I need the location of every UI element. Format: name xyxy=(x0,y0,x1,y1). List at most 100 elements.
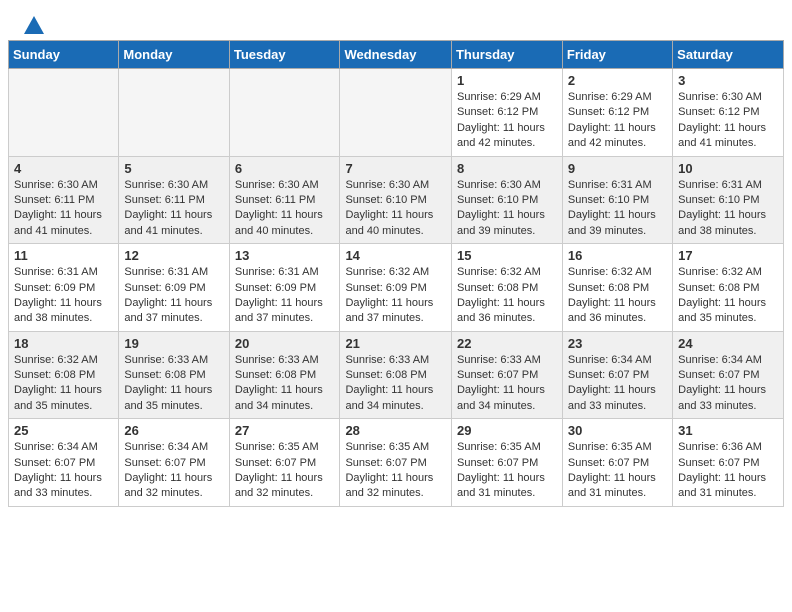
day-info: Sunrise: 6:32 AM Sunset: 6:08 PM Dayligh… xyxy=(678,265,778,327)
calendar-day-cell: 19 Sunrise: 6:33 AM Sunset: 6:08 PM Dayli… xyxy=(119,331,229,419)
day-info: Sunrise: 6:31 AM Sunset: 6:10 PM Dayligh… xyxy=(678,178,778,240)
day-number: 30 xyxy=(568,423,667,438)
day-info: Sunrise: 6:33 AM Sunset: 6:08 PM Dayligh… xyxy=(124,353,223,415)
day-info: Sunrise: 6:31 AM Sunset: 6:09 PM Dayligh… xyxy=(235,265,335,327)
day-info: Sunrise: 6:30 AM Sunset: 6:11 PM Dayligh… xyxy=(124,178,223,240)
calendar-day-cell: 24Sunrise: 6:34 AM Sunset: 6:07 PM Dayli… xyxy=(673,331,784,419)
calendar-wrapper: SundayMondayTuesdayWednesdayThursdayFrid… xyxy=(0,40,792,515)
calendar-day-cell: 21 Sunrise: 6:33 AM Sunset: 6:08 PM Dayli… xyxy=(340,331,452,419)
day-number: 27 xyxy=(235,423,335,438)
day-info: Sunrise: 6:33 AM Sunset: 6:08 PM Dayligh… xyxy=(345,353,446,415)
calendar-day-cell: 25Sunrise: 6:34 AM Sunset: 6:07 PM Dayli… xyxy=(9,419,119,507)
calendar-day-cell: 5 Sunrise: 6:30 AM Sunset: 6:11 PM Daylig… xyxy=(119,156,229,244)
day-info: Sunrise: 6:34 AM Sunset: 6:07 PM Dayligh… xyxy=(14,440,113,502)
calendar-day-cell: 9Sunrise: 6:31 AM Sunset: 6:10 PM Daylig… xyxy=(562,156,672,244)
day-info: Sunrise: 6:30 AM Sunset: 6:11 PM Dayligh… xyxy=(14,178,113,240)
day-number: 21 xyxy=(345,336,446,351)
calendar-day-cell: 2 Sunrise: 6:29 AM Sunset: 6:12 PM Daylig… xyxy=(562,69,672,157)
day-number: 22 xyxy=(457,336,557,351)
calendar-day-header: Wednesday xyxy=(340,41,452,69)
calendar-day-cell: 10 Sunrise: 6:31 AM Sunset: 6:10 PM Dayli… xyxy=(673,156,784,244)
calendar-day-cell: 20 Sunrise: 6:33 AM Sunset: 6:08 PM Dayli… xyxy=(229,331,340,419)
day-number: 19 xyxy=(124,336,223,351)
day-info: Sunrise: 6:30 AM Sunset: 6:11 PM Dayligh… xyxy=(235,178,335,240)
day-number: 15 xyxy=(457,248,557,263)
calendar-day-cell: 14 Sunrise: 6:32 AM Sunset: 6:09 PM Dayli… xyxy=(340,244,452,332)
day-number: 6 xyxy=(235,161,335,176)
day-info: Sunrise: 6:34 AM Sunset: 6:07 PM Dayligh… xyxy=(678,353,778,415)
day-info: Sunrise: 6:32 AM Sunset: 6:09 PM Dayligh… xyxy=(345,265,446,327)
calendar-week-row: 1 Sunrise: 6:29 AM Sunset: 6:12 PM Daylig… xyxy=(9,69,784,157)
day-info: Sunrise: 6:30 AM Sunset: 6:12 PM Dayligh… xyxy=(678,90,778,152)
calendar-day-cell: 6 Sunrise: 6:30 AM Sunset: 6:11 PM Daylig… xyxy=(229,156,340,244)
day-info: Sunrise: 6:29 AM Sunset: 6:12 PM Dayligh… xyxy=(568,90,667,152)
calendar-day-cell: 3 Sunrise: 6:30 AM Sunset: 6:12 PM Daylig… xyxy=(673,69,784,157)
day-number: 14 xyxy=(345,248,446,263)
calendar-day-cell: 17 Sunrise: 6:32 AM Sunset: 6:08 PM Dayli… xyxy=(673,244,784,332)
calendar-day-cell: 29 Sunrise: 6:35 AM Sunset: 6:07 PM Dayli… xyxy=(451,419,562,507)
calendar-day-cell: 1 Sunrise: 6:29 AM Sunset: 6:12 PM Daylig… xyxy=(451,69,562,157)
calendar-day-header: Saturday xyxy=(673,41,784,69)
calendar-week-row: 25Sunrise: 6:34 AM Sunset: 6:07 PM Dayli… xyxy=(9,419,784,507)
calendar-day-cell: 13 Sunrise: 6:31 AM Sunset: 6:09 PM Dayli… xyxy=(229,244,340,332)
day-number: 3 xyxy=(678,73,778,88)
day-info: Sunrise: 6:35 AM Sunset: 6:07 PM Dayligh… xyxy=(568,440,667,502)
day-number: 26 xyxy=(124,423,223,438)
calendar-day-header: Sunday xyxy=(9,41,119,69)
calendar-week-row: 4Sunrise: 6:30 AM Sunset: 6:11 PM Daylig… xyxy=(9,156,784,244)
day-info: Sunrise: 6:30 AM Sunset: 6:10 PM Dayligh… xyxy=(345,178,446,240)
day-info: Sunrise: 6:31 AM Sunset: 6:09 PM Dayligh… xyxy=(124,265,223,327)
day-info: Sunrise: 6:29 AM Sunset: 6:12 PM Dayligh… xyxy=(457,90,557,152)
day-number: 16 xyxy=(568,248,667,263)
day-info: Sunrise: 6:33 AM Sunset: 6:08 PM Dayligh… xyxy=(235,353,335,415)
calendar-table: SundayMondayTuesdayWednesdayThursdayFrid… xyxy=(8,40,784,507)
day-info: Sunrise: 6:31 AM Sunset: 6:09 PM Dayligh… xyxy=(14,265,113,327)
day-number: 31 xyxy=(678,423,778,438)
calendar-day-header: Tuesday xyxy=(229,41,340,69)
day-info: Sunrise: 6:32 AM Sunset: 6:08 PM Dayligh… xyxy=(457,265,557,327)
day-info: Sunrise: 6:33 AM Sunset: 6:07 PM Dayligh… xyxy=(457,353,557,415)
day-info: Sunrise: 6:34 AM Sunset: 6:07 PM Dayligh… xyxy=(568,353,667,415)
day-number: 13 xyxy=(235,248,335,263)
calendar-day-cell xyxy=(119,69,229,157)
calendar-day-cell: 12 Sunrise: 6:31 AM Sunset: 6:09 PM Dayli… xyxy=(119,244,229,332)
day-number: 12 xyxy=(124,248,223,263)
calendar-day-cell: 16Sunrise: 6:32 AM Sunset: 6:08 PM Dayli… xyxy=(562,244,672,332)
day-number: 5 xyxy=(124,161,223,176)
calendar-day-cell: 11Sunrise: 6:31 AM Sunset: 6:09 PM Dayli… xyxy=(9,244,119,332)
calendar-day-cell xyxy=(229,69,340,157)
day-number: 29 xyxy=(457,423,557,438)
day-info: Sunrise: 6:32 AM Sunset: 6:08 PM Dayligh… xyxy=(14,353,113,415)
day-number: 1 xyxy=(457,73,557,88)
day-number: 10 xyxy=(678,161,778,176)
day-info: Sunrise: 6:31 AM Sunset: 6:10 PM Dayligh… xyxy=(568,178,667,240)
calendar-day-cell: 8Sunrise: 6:30 AM Sunset: 6:10 PM Daylig… xyxy=(451,156,562,244)
day-info: Sunrise: 6:35 AM Sunset: 6:07 PM Dayligh… xyxy=(345,440,446,502)
calendar-week-row: 18 Sunrise: 6:32 AM Sunset: 6:08 PM Dayli… xyxy=(9,331,784,419)
calendar-day-cell: 4Sunrise: 6:30 AM Sunset: 6:11 PM Daylig… xyxy=(9,156,119,244)
logo-triangle-icon xyxy=(24,16,44,34)
calendar-day-header: Thursday xyxy=(451,41,562,69)
calendar-day-cell: 23 Sunrise: 6:34 AM Sunset: 6:07 PM Dayli… xyxy=(562,331,672,419)
day-number: 23 xyxy=(568,336,667,351)
day-number: 8 xyxy=(457,161,557,176)
calendar-day-cell: 22 Sunrise: 6:33 AM Sunset: 6:07 PM Dayli… xyxy=(451,331,562,419)
day-number: 28 xyxy=(345,423,446,438)
day-info: Sunrise: 6:35 AM Sunset: 6:07 PM Dayligh… xyxy=(457,440,557,502)
day-info: Sunrise: 6:34 AM Sunset: 6:07 PM Dayligh… xyxy=(124,440,223,502)
calendar-day-cell: 28 Sunrise: 6:35 AM Sunset: 6:07 PM Dayli… xyxy=(340,419,452,507)
calendar-day-cell: 27Sunrise: 6:35 AM Sunset: 6:07 PM Dayli… xyxy=(229,419,340,507)
day-number: 20 xyxy=(235,336,335,351)
day-number: 7 xyxy=(345,161,446,176)
calendar-day-cell xyxy=(340,69,452,157)
calendar-day-cell xyxy=(9,69,119,157)
calendar-day-cell: 30 Sunrise: 6:35 AM Sunset: 6:07 PM Dayli… xyxy=(562,419,672,507)
calendar-day-cell: 7 Sunrise: 6:30 AM Sunset: 6:10 PM Daylig… xyxy=(340,156,452,244)
day-number: 18 xyxy=(14,336,113,351)
calendar-day-cell: 18 Sunrise: 6:32 AM Sunset: 6:08 PM Dayli… xyxy=(9,331,119,419)
logo xyxy=(20,16,44,36)
day-number: 2 xyxy=(568,73,667,88)
day-number: 17 xyxy=(678,248,778,263)
calendar-week-row: 11Sunrise: 6:31 AM Sunset: 6:09 PM Dayli… xyxy=(9,244,784,332)
page-header xyxy=(0,0,792,40)
